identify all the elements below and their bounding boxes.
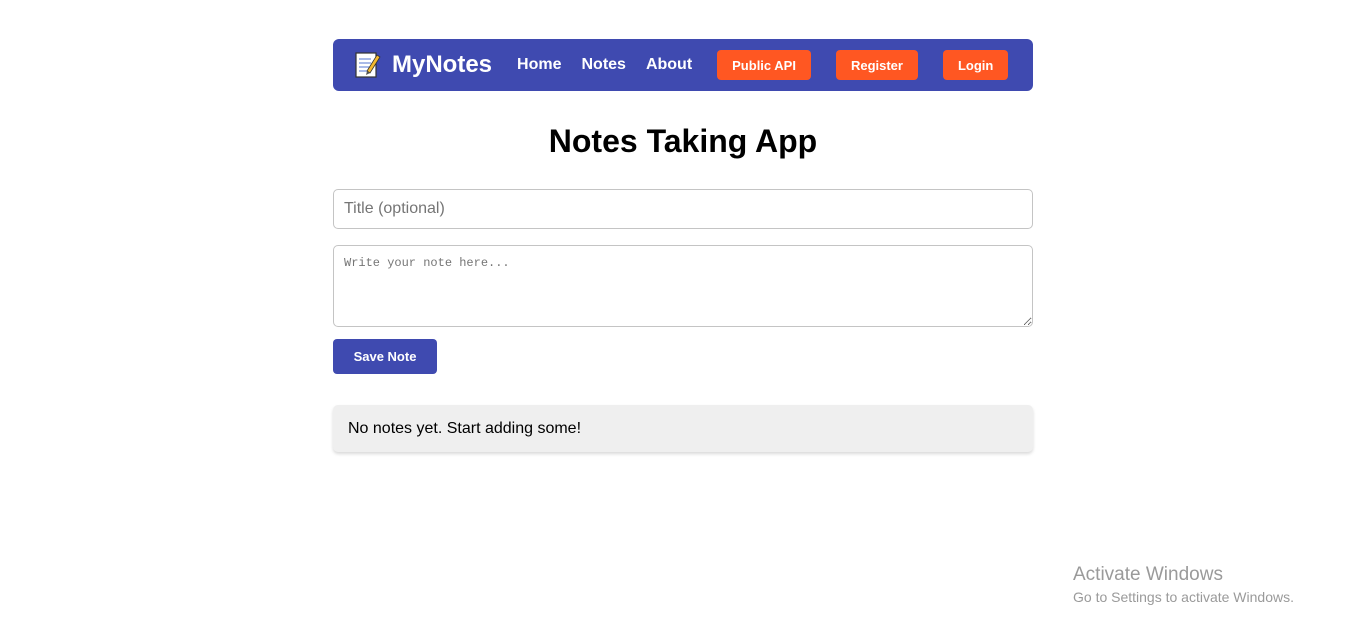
brand-name: MyNotes	[392, 51, 493, 78]
watermark-subtitle: Go to Settings to activate Windows.	[1073, 589, 1294, 605]
navbar: MyNotes Home Notes About Public API Regi…	[333, 39, 1033, 91]
memo-icon	[355, 51, 381, 79]
public-api-button[interactable]: Public API	[717, 50, 811, 80]
nav-link-home[interactable]: Home	[517, 56, 561, 74]
save-note-button[interactable]: Save Note	[333, 339, 437, 374]
register-button[interactable]: Register	[835, 50, 918, 80]
note-title-input[interactable]	[333, 189, 1033, 229]
nav-link-notes[interactable]: Notes	[581, 56, 625, 74]
watermark-title: Activate Windows	[1073, 564, 1223, 585]
empty-notes-text: No notes yet. Start adding some!	[348, 419, 582, 437]
nav-link-about[interactable]: About	[646, 56, 692, 74]
page-title: Notes Taking App	[548, 123, 818, 159]
app-container: MyNotes Home Notes About Public API Regi…	[333, 39, 1033, 452]
activate-windows-watermark: Activate Windows Go to Settings to activ…	[1073, 563, 1294, 607]
brand[interactable]: MyNotes	[355, 51, 492, 79]
login-button[interactable]: Login	[942, 50, 1009, 80]
empty-notes-message: No notes yet. Start adding some!	[333, 405, 1033, 452]
note-body-textarea[interactable]	[333, 245, 1033, 327]
